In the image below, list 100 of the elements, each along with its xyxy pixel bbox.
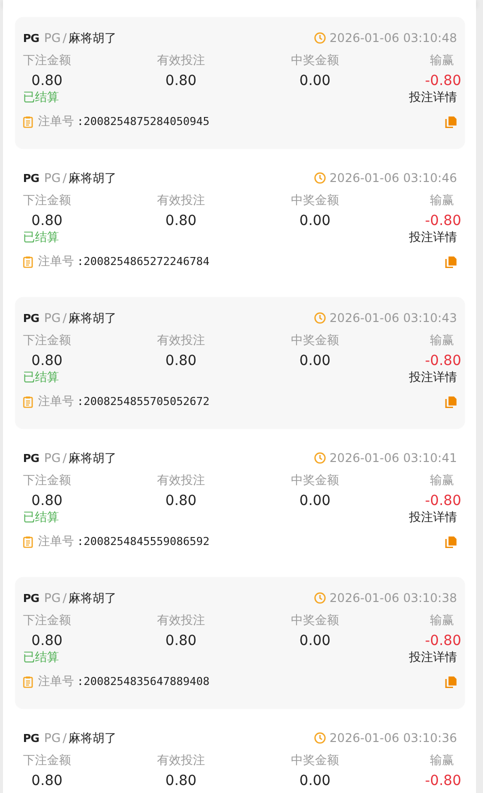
valid-bet: 0.80 — [164, 773, 198, 789]
bet-amount: 0.80 — [30, 773, 64, 789]
clock-icon — [314, 312, 326, 324]
column-label: 有效投注 — [157, 472, 206, 489]
column-label: 有效投注 — [157, 612, 206, 629]
copy-icon[interactable] — [445, 536, 457, 548]
win-amount: 0.00 — [298, 73, 332, 89]
clipboard-icon — [23, 256, 33, 268]
profit-loss: -0.80 — [425, 493, 462, 509]
provider-logo: PG — [23, 312, 40, 324]
column-label: 中奖金额 — [291, 752, 340, 769]
column-label: 中奖金额 — [291, 612, 340, 629]
bet-details-link[interactable]: 投注详情 — [409, 508, 457, 526]
column-label: 输赢 — [429, 612, 455, 629]
bet-time: 2026-01-06 03:10:36 — [330, 731, 457, 745]
column-label: 输赢 — [429, 52, 455, 69]
column-label: 输赢 — [429, 192, 455, 209]
bet-time: 2026-01-06 03:10:38 — [330, 591, 457, 605]
provider-logo: PG — [23, 732, 40, 744]
column-label: 输赢 — [429, 752, 455, 769]
order-number: :2008254835647889408 — [77, 675, 210, 688]
game-name: 麻将胡了 — [68, 450, 117, 466]
column-label: 下注金额 — [23, 752, 72, 769]
provider-logo: PG — [23, 32, 40, 44]
order-number: :2008254865272246784 — [77, 255, 210, 268]
copy-icon[interactable] — [445, 676, 457, 688]
valid-bet: 0.80 — [164, 493, 198, 509]
game-name: 麻将胡了 — [68, 730, 117, 746]
provider-name: PG — [44, 731, 61, 745]
provider-name: PG — [44, 451, 61, 465]
bet-time: 2026-01-06 03:10:48 — [330, 31, 457, 45]
provider-logo: PG — [23, 452, 40, 464]
bet-details-link[interactable]: 投注详情 — [409, 368, 457, 386]
order-label: 注单号 — [38, 113, 74, 130]
clipboard-icon — [23, 116, 33, 128]
order-number: :2008254855705052672 — [77, 395, 210, 408]
order-label: 注单号 — [38, 533, 74, 550]
bet-time: 2026-01-06 03:10:41 — [330, 451, 457, 465]
provider-logo: PG — [23, 172, 40, 184]
profit-loss: -0.80 — [425, 353, 462, 369]
win-amount: 0.00 — [298, 213, 332, 229]
provider-name: PG — [44, 311, 61, 325]
win-amount: 0.00 — [298, 353, 332, 369]
profit-loss: -0.80 — [425, 73, 462, 89]
settled-status: 已结算 — [23, 648, 59, 666]
column-label: 中奖金额 — [291, 472, 340, 489]
clock-icon — [314, 732, 326, 744]
win-amount: 0.00 — [298, 493, 332, 509]
column-label: 有效投注 — [157, 192, 206, 209]
bet-amount: 0.80 — [30, 213, 64, 229]
clock-icon — [314, 172, 326, 184]
bet-details-link[interactable]: 投注详情 — [409, 648, 457, 666]
bet-amount: 0.80 — [30, 353, 64, 369]
provider-name: PG — [44, 31, 61, 45]
profit-loss: -0.80 — [425, 633, 462, 649]
column-label: 下注金额 — [23, 612, 72, 629]
settled-status: 已结算 — [23, 228, 59, 246]
clipboard-icon — [23, 396, 33, 408]
bet-time: 2026-01-06 03:10:43 — [330, 311, 457, 325]
clock-icon — [314, 452, 326, 464]
bet-amount: 0.80 — [30, 73, 64, 89]
clipboard-icon — [23, 676, 33, 688]
game-name: 麻将胡了 — [68, 30, 117, 46]
win-amount: 0.00 — [298, 773, 332, 789]
copy-icon[interactable] — [445, 116, 457, 128]
column-label: 中奖金额 — [291, 332, 340, 349]
copy-icon[interactable] — [445, 256, 457, 268]
order-label: 注单号 — [38, 253, 74, 270]
valid-bet: 0.80 — [164, 353, 198, 369]
bet-details-link[interactable]: 投注详情 — [409, 228, 457, 246]
bet-details-link[interactable]: 投注详情 — [409, 88, 457, 106]
separator: / — [62, 31, 67, 45]
copy-icon[interactable] — [445, 396, 457, 408]
column-label: 中奖金额 — [291, 192, 340, 209]
game-name: 麻将胡了 — [68, 590, 117, 606]
separator: / — [62, 591, 67, 605]
game-name: 麻将胡了 — [68, 170, 117, 186]
bet-amount: 0.80 — [30, 493, 64, 509]
separator: / — [62, 731, 67, 745]
separator: / — [62, 451, 67, 465]
provider-name: PG — [44, 171, 61, 185]
win-amount: 0.00 — [298, 633, 332, 649]
column-label: 输赢 — [429, 332, 455, 349]
order-number: :2008254875284050945 — [77, 115, 210, 128]
clock-icon — [314, 592, 326, 604]
clock-icon — [314, 32, 326, 44]
order-number: :2008254845559086592 — [77, 535, 210, 548]
order-label: 注单号 — [38, 673, 74, 690]
profit-loss: -0.80 — [425, 773, 462, 789]
column-label: 下注金额 — [23, 52, 72, 69]
profit-loss: -0.80 — [425, 213, 462, 229]
settled-status: 已结算 — [23, 88, 59, 106]
provider-name: PG — [44, 591, 61, 605]
separator: / — [62, 311, 67, 325]
column-label: 中奖金额 — [291, 52, 340, 69]
clipboard-icon — [23, 536, 33, 548]
column-label: 有效投注 — [157, 332, 206, 349]
settled-status: 已结算 — [23, 508, 59, 526]
order-label: 注单号 — [38, 393, 74, 410]
provider-logo: PG — [23, 592, 40, 604]
